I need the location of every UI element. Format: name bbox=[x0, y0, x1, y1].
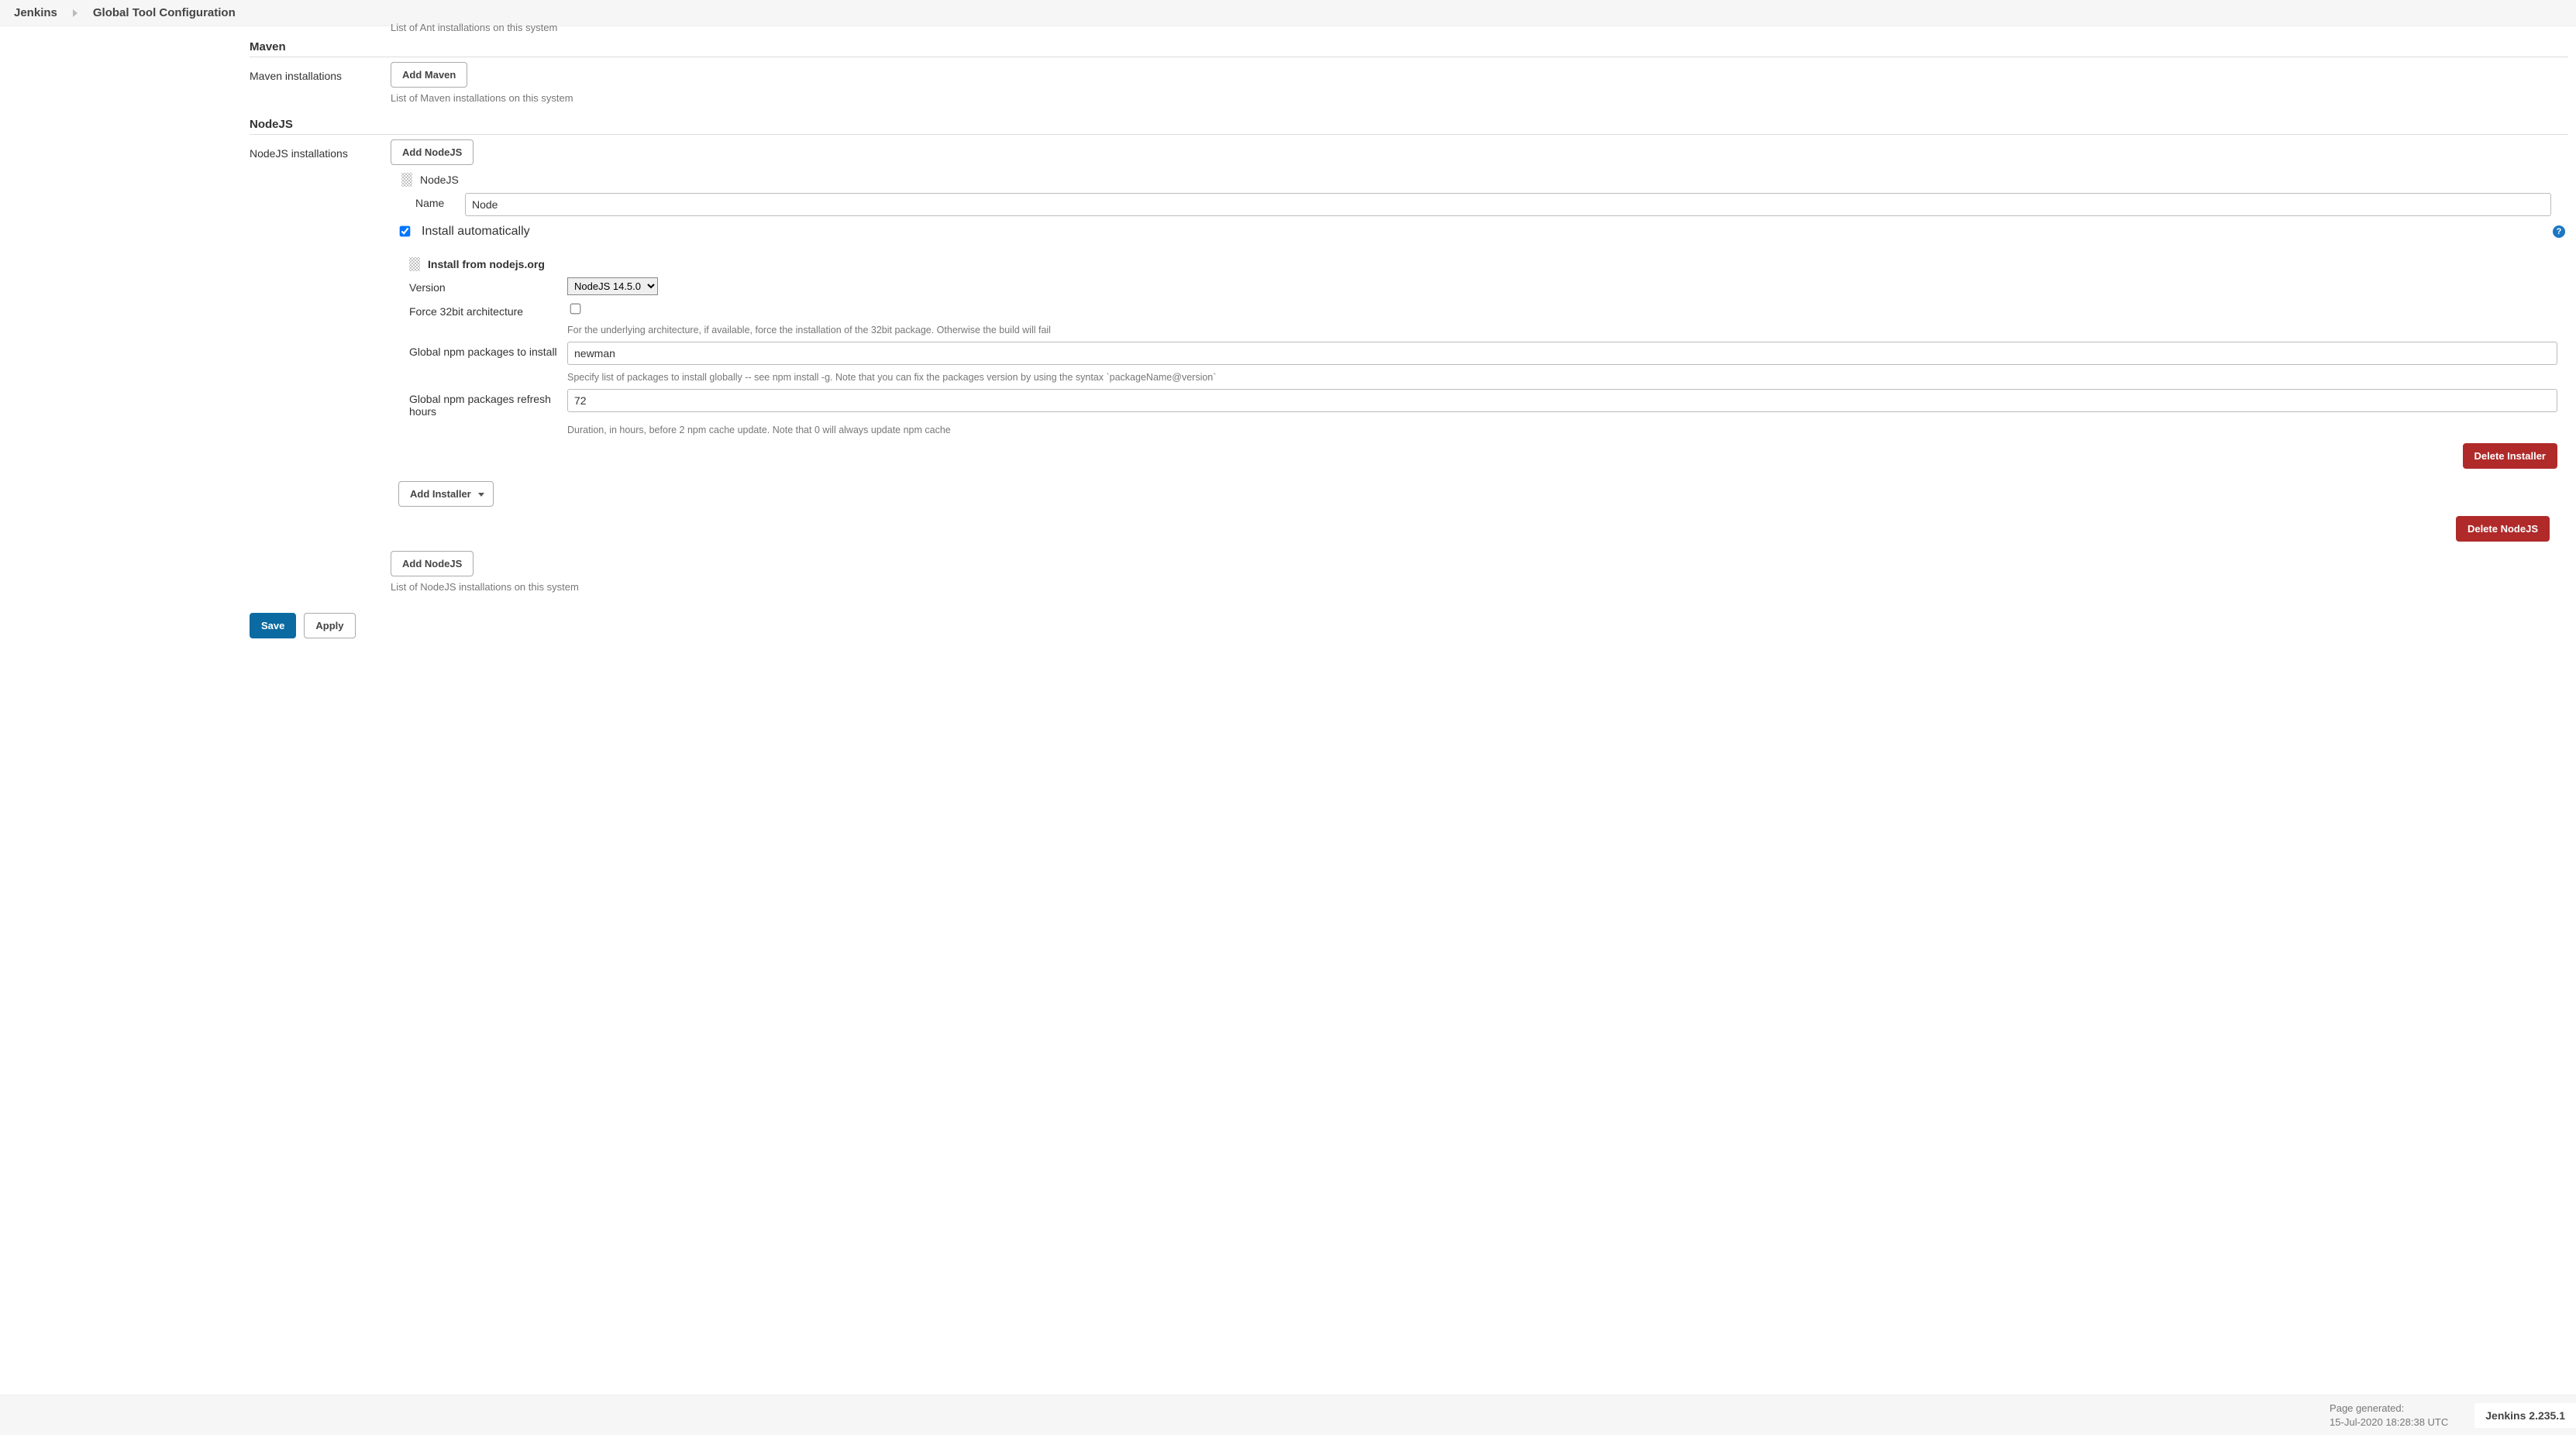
add-maven-button[interactable]: Add Maven bbox=[391, 62, 467, 88]
npm-refresh-hours-label: Global npm packages refresh hours bbox=[409, 389, 567, 418]
drag-handle-icon[interactable] bbox=[401, 173, 412, 187]
install-automatically-label: Install automatically bbox=[422, 225, 530, 239]
nodejs-block-title: NodeJS bbox=[420, 174, 459, 186]
footer-generated-timestamp: 15-Jul-2020 18:28:38 UTC bbox=[2330, 1416, 2448, 1429]
section-maven: Maven bbox=[250, 34, 2568, 57]
force-32bit-description: For the underlying architecture, if avai… bbox=[567, 321, 2568, 335]
npm-refresh-hours-description: Duration, in hours, before 2 npm cache u… bbox=[567, 421, 2568, 435]
breadcrumb-page[interactable]: Global Tool Configuration bbox=[93, 6, 236, 19]
nodejs-installations-label: NodeJS installations bbox=[250, 139, 391, 160]
add-nodejs-button-top[interactable]: Add NodeJS bbox=[391, 139, 474, 165]
global-npm-packages-label: Global npm packages to install bbox=[409, 342, 567, 358]
delete-installer-button[interactable]: Delete Installer bbox=[2463, 443, 2558, 469]
version-select[interactable]: NodeJS 14.5.0 bbox=[567, 277, 658, 295]
force-32bit-checkbox[interactable] bbox=[570, 304, 581, 315]
footer-version[interactable]: Jenkins 2.235.1 bbox=[2474, 1403, 2576, 1428]
section-nodejs: NodeJS bbox=[250, 112, 2568, 135]
npm-refresh-hours-input[interactable] bbox=[567, 389, 2557, 412]
install-automatically-checkbox[interactable] bbox=[400, 226, 411, 237]
nodejs-block-header: NodeJS bbox=[391, 170, 2568, 190]
drag-handle-icon[interactable] bbox=[409, 257, 420, 271]
save-button[interactable]: Save bbox=[250, 613, 296, 638]
global-npm-packages-input[interactable] bbox=[567, 342, 2557, 365]
maven-list-description: List of Maven installations on this syst… bbox=[391, 88, 2568, 104]
footer-generated-label: Page generated: bbox=[2330, 1402, 2448, 1416]
nodejs-name-input[interactable] bbox=[465, 193, 2551, 216]
delete-nodejs-button[interactable]: Delete NodeJS bbox=[2456, 516, 2550, 542]
installer-title: Install from nodejs.org bbox=[428, 258, 545, 270]
maven-installations-label: Maven installations bbox=[250, 62, 391, 82]
footer: Page generated: 15-Jul-2020 18:28:38 UTC… bbox=[0, 1395, 2576, 1435]
breadcrumb-root[interactable]: Jenkins bbox=[14, 6, 57, 19]
nodejs-list-description: List of NodeJS installations on this sys… bbox=[391, 576, 2568, 593]
force-32bit-label: Force 32bit architecture bbox=[409, 301, 567, 318]
ant-list-description: List of Ant installations on this system bbox=[391, 17, 2568, 33]
add-installer-button[interactable]: Add Installer bbox=[398, 481, 494, 507]
add-nodejs-button-bottom[interactable]: Add NodeJS bbox=[391, 551, 474, 576]
apply-button[interactable]: Apply bbox=[304, 613, 355, 638]
breadcrumb-separator-icon bbox=[73, 9, 77, 17]
nodejs-name-label: Name bbox=[415, 193, 465, 209]
help-icon[interactable]: ? bbox=[2553, 225, 2565, 238]
version-label: Version bbox=[409, 277, 567, 294]
installer-block-header: Install from nodejs.org bbox=[391, 254, 2568, 274]
global-npm-packages-description: Specify list of packages to install glob… bbox=[567, 368, 2568, 383]
